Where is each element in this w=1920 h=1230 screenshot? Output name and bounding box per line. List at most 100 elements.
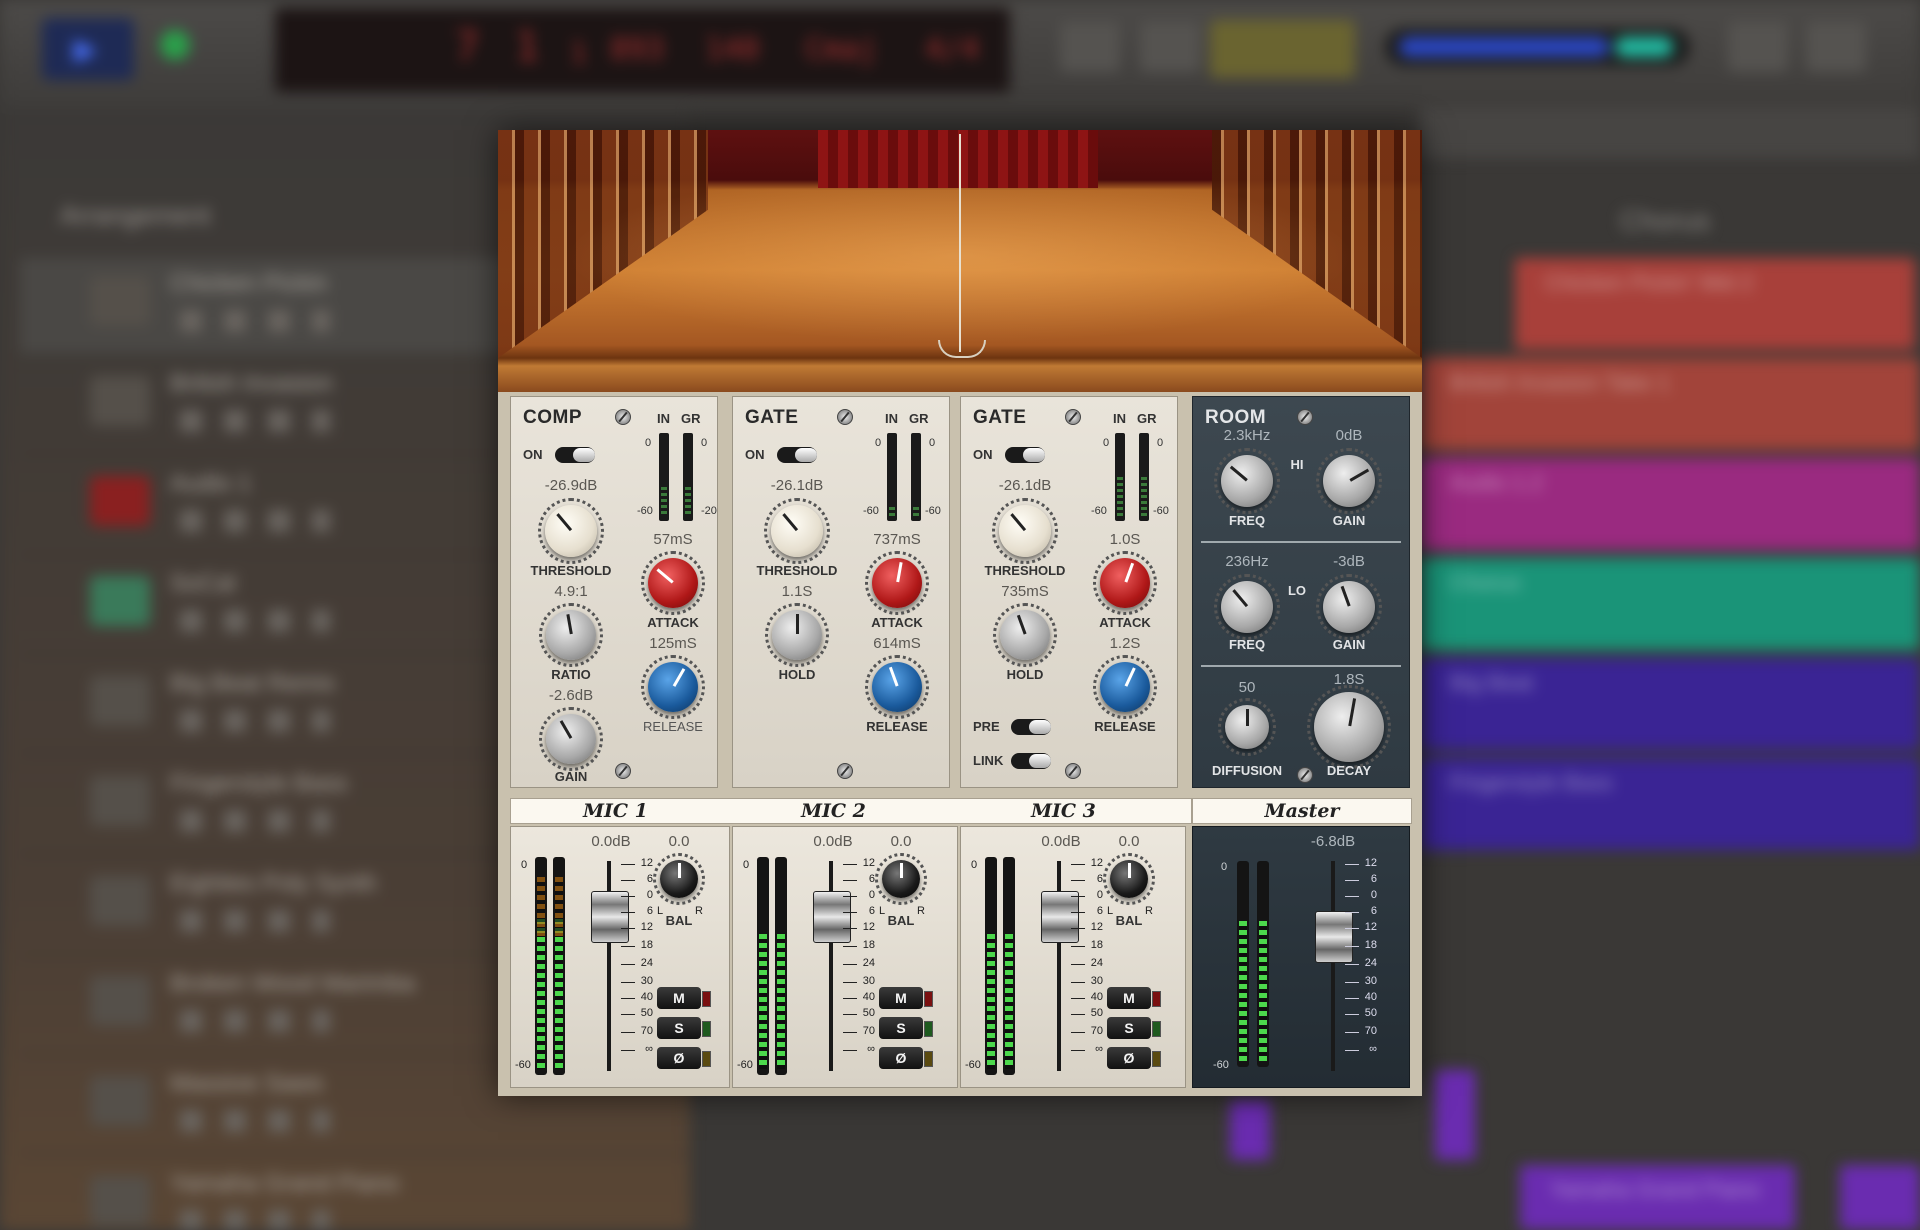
solo-button[interactable]: S xyxy=(879,1017,933,1039)
region[interactable] xyxy=(1840,1165,1920,1230)
arrangement-label: Arrangement xyxy=(60,200,211,230)
lo-freq-value: 236Hz xyxy=(1225,553,1269,570)
master-left-meter xyxy=(1237,861,1249,1067)
hi-gain-knob[interactable] xyxy=(1316,448,1382,514)
track-controls[interactable] xyxy=(180,710,330,732)
gate2-on-label: ON xyxy=(973,447,993,462)
region[interactable] xyxy=(1230,1100,1270,1160)
fader-scale-mark: 12 xyxy=(1344,857,1377,869)
microphone-stand[interactable] xyxy=(959,134,961,352)
release-knob[interactable] xyxy=(641,655,705,719)
track-row[interactable]: Yamaha Grand Piano xyxy=(20,1158,690,1230)
attack-knob[interactable] xyxy=(641,551,705,615)
comp-gr-label: GR xyxy=(681,411,701,426)
fader-scale-mark: 50 xyxy=(842,1007,875,1019)
region[interactable]: Chicken Pickin' Mid 2 xyxy=(1515,258,1915,350)
fader-scale-mark: 18 xyxy=(1344,939,1377,951)
lo-freq-knob[interactable] xyxy=(1214,574,1280,640)
mute-button[interactable]: M xyxy=(657,987,711,1009)
bal-knob[interactable] xyxy=(1103,853,1155,905)
pre-toggle[interactable] xyxy=(1011,719,1051,735)
tuner-button[interactable] xyxy=(1140,22,1200,72)
lcd-signature: 4/4 xyxy=(925,32,980,67)
stage-curtain xyxy=(818,130,1098,188)
mic2-channel-strip: 0 -60 0.0dB 12 6 0 6 12 18 24 30 40 50 70 ∞ 0.0 L R BAL M S Ø xyxy=(732,826,958,1088)
fader-scale-mark: 24 xyxy=(1344,957,1377,969)
count-in-button[interactable] xyxy=(1210,20,1355,78)
solo-button[interactable]: S xyxy=(1107,1017,1161,1039)
bal-knob[interactable] xyxy=(875,853,927,905)
region[interactable]: Chorus xyxy=(1420,558,1920,650)
release-value: 1.2S xyxy=(1109,635,1141,652)
region[interactable]: Yamaha Grand Piano xyxy=(1520,1165,1795,1230)
solo-button[interactable]: S xyxy=(657,1017,711,1039)
record-button[interactable] xyxy=(160,30,190,60)
threshold-knob[interactable] xyxy=(538,498,604,564)
timeline-ruler[interactable] xyxy=(1420,108,1920,158)
attack-knob[interactable] xyxy=(1093,551,1157,615)
bal-label: BAL xyxy=(665,913,693,928)
region[interactable] xyxy=(1435,1070,1475,1160)
pencil-tool-button[interactable] xyxy=(1060,22,1120,72)
attack-value: 57mS xyxy=(653,531,693,548)
master-right-meter xyxy=(1257,861,1269,1067)
track-controls[interactable] xyxy=(180,310,330,332)
threshold-knob[interactable] xyxy=(764,498,830,564)
ratio-knob[interactable] xyxy=(539,603,603,667)
threshold-knob[interactable] xyxy=(992,498,1058,564)
track-controls[interactable] xyxy=(180,510,330,532)
track-controls[interactable] xyxy=(180,910,330,932)
gain-knob[interactable] xyxy=(539,707,603,771)
threshold-label: THRESHOLD xyxy=(530,563,612,578)
hi-gain-label: GAIN xyxy=(1332,513,1366,528)
comp-on-toggle[interactable] xyxy=(555,447,595,463)
region[interactable]: British Invasion Take 1 xyxy=(1420,358,1920,450)
region[interactable]: Fingerstyle Bass xyxy=(1420,758,1920,850)
region-name: Fingerstyle Bass xyxy=(1450,770,1613,795)
hi-freq-value: 2.3kHz xyxy=(1223,427,1271,444)
track-controls[interactable] xyxy=(180,1010,330,1032)
track-controls[interactable] xyxy=(180,1110,330,1132)
track-controls[interactable] xyxy=(180,810,330,832)
attack-knob[interactable] xyxy=(865,551,929,615)
bal-knob[interactable] xyxy=(653,853,705,905)
threshold-value: -26.1dB xyxy=(998,477,1052,494)
notepad-button[interactable] xyxy=(1728,22,1788,72)
hold-label: HOLD xyxy=(1006,667,1044,682)
decay-knob[interactable] xyxy=(1307,685,1391,769)
fader-scale-mark: 12 xyxy=(1070,921,1103,933)
screw-icon xyxy=(1297,767,1313,783)
hi-freq-knob[interactable] xyxy=(1214,448,1280,514)
phase-invert-button[interactable]: Ø xyxy=(879,1047,933,1069)
hold-knob[interactable] xyxy=(765,603,829,667)
track-controls[interactable] xyxy=(180,1210,330,1230)
region[interactable]: Audio 1.2 xyxy=(1420,458,1920,550)
mute-button[interactable]: M xyxy=(879,987,933,1009)
screw-icon xyxy=(1065,763,1081,779)
room-module: ROOM 2.3kHz FREQ HI 0dB GAIN 236Hz FREQ … xyxy=(1192,396,1410,788)
fader-scale-mark: 24 xyxy=(1070,957,1103,969)
track-controls[interactable] xyxy=(180,610,330,632)
fader-scale-mark: 0 xyxy=(620,889,653,901)
phase-invert-button[interactable]: Ø xyxy=(1107,1047,1161,1069)
meter-scale-top: 0 xyxy=(743,859,750,871)
right-level-meter xyxy=(1003,857,1015,1075)
link-toggle[interactable] xyxy=(1011,753,1051,769)
gate1-on-toggle[interactable] xyxy=(777,447,817,463)
lcd-display: 7 1 1 893 140 Cmaj 4/4 xyxy=(275,8,1010,92)
ratio-label: RATIO xyxy=(551,667,591,682)
region[interactable]: Big Beat xyxy=(1420,658,1920,750)
lo-gain-knob[interactable] xyxy=(1316,574,1382,640)
diffusion-knob[interactable] xyxy=(1218,698,1276,756)
play-button[interactable]: ▶ xyxy=(42,18,134,80)
mute-button[interactable]: M xyxy=(1107,987,1161,1009)
hold-knob[interactable] xyxy=(993,603,1057,667)
release-knob[interactable] xyxy=(1093,655,1157,719)
phase-invert-button[interactable]: Ø xyxy=(657,1047,711,1069)
track-controls[interactable] xyxy=(180,410,330,432)
master-volume-slider[interactable] xyxy=(1385,28,1690,66)
gate1-on-label: ON xyxy=(745,447,765,462)
release-knob[interactable] xyxy=(865,655,929,719)
gate2-on-toggle[interactable] xyxy=(1005,447,1045,463)
loop-browser-button[interactable] xyxy=(1806,22,1866,72)
